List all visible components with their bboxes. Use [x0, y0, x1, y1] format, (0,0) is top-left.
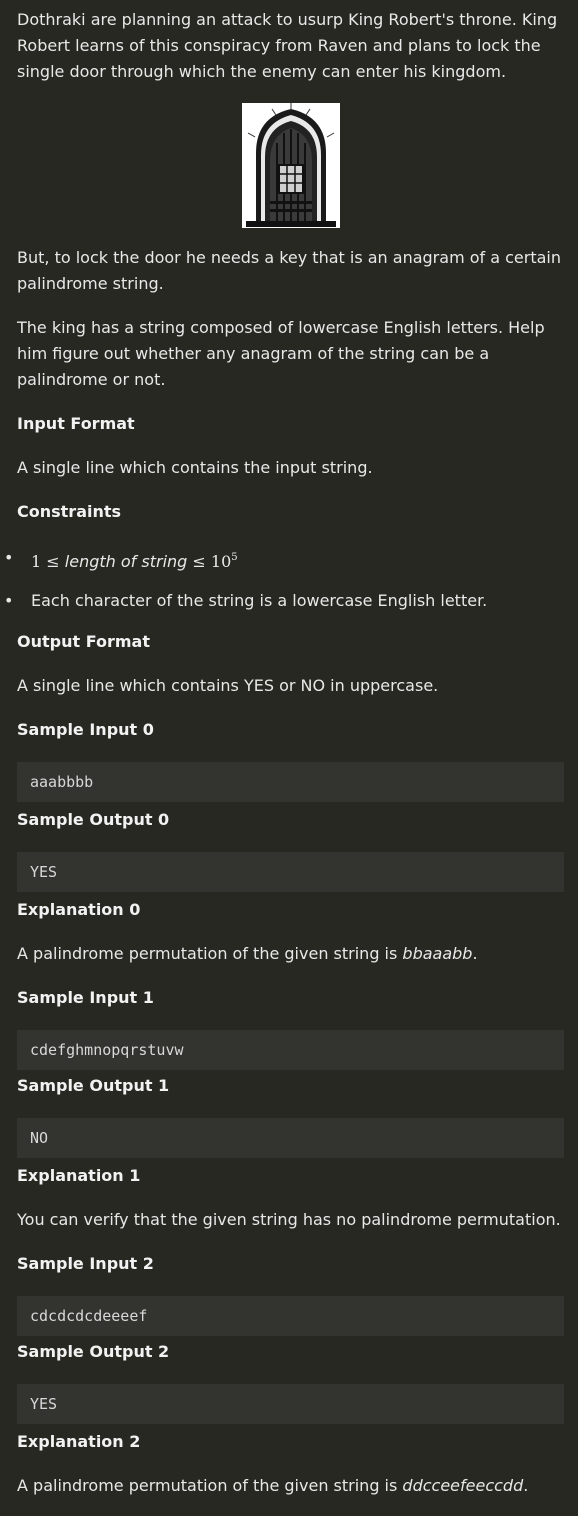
sample-input-2-heading: Sample Input 2 — [17, 1254, 154, 1273]
explanation-2-heading: Explanation 2 — [17, 1432, 141, 1451]
sample-output-2-code[interactable]: YES — [17, 1384, 564, 1424]
intro-paragraph-1: Dothraki are planning an attack to usurp… — [17, 10, 558, 81]
sample-output-1-code[interactable]: NO — [17, 1118, 564, 1158]
bullet-icon: • — [4, 591, 14, 610]
input-format-heading: Input Format — [17, 414, 135, 433]
sample-input-1-heading: Sample Input 1 — [17, 988, 154, 1007]
sample-output-2-heading: Sample Output 2 — [17, 1342, 170, 1361]
sample-input-1-code[interactable]: cdefghmnopqrstuvw — [17, 1030, 564, 1070]
input-format-text: A single line which contains the input s… — [17, 458, 373, 477]
output-format-heading: Output Format — [17, 632, 150, 651]
problem-statement: Dothraki are planning an attack to usurp… — [0, 0, 578, 1516]
explanation-2-text: A palindrome permutation of the given st… — [17, 1476, 529, 1495]
sample-input-0-heading: Sample Input 0 — [17, 720, 154, 739]
constraints-heading: Constraints — [17, 502, 122, 521]
output-format-text: A single line which contains YES or NO i… — [17, 676, 439, 695]
intro-paragraph-2: But, to lock the door he needs a key tha… — [17, 248, 562, 293]
sample-output-0-code[interactable]: YES — [17, 852, 564, 892]
intro-paragraph-3: The king has a string composed of lowerc… — [17, 318, 545, 389]
bullet-icon: • — [4, 548, 14, 567]
constraint-item-lowercase: • Each character of the string is a lowe… — [0, 588, 578, 614]
sample-output-0-heading: Sample Output 0 — [17, 810, 170, 829]
sample-output-1-heading: Sample Output 1 — [17, 1076, 170, 1095]
explanation-1-heading: Explanation 1 — [17, 1166, 141, 1185]
gothic-door-illustration — [242, 103, 340, 228]
explanation-1-text: You can verify that the given string has… — [17, 1210, 561, 1229]
constraint-item-length: • 1 ≤ length of string ≤ 105 — [0, 545, 578, 571]
sample-input-0-code[interactable]: aaabbbb — [17, 762, 564, 802]
explanation-0-text: A palindrome permutation of the given st… — [17, 944, 478, 963]
constraint-length-text: 1 ≤ length of string ≤ 105 — [31, 552, 238, 571]
sample-input-2-code[interactable]: cdcdcdcdeeeef — [17, 1296, 564, 1336]
explanation-0-heading: Explanation 0 — [17, 900, 141, 919]
